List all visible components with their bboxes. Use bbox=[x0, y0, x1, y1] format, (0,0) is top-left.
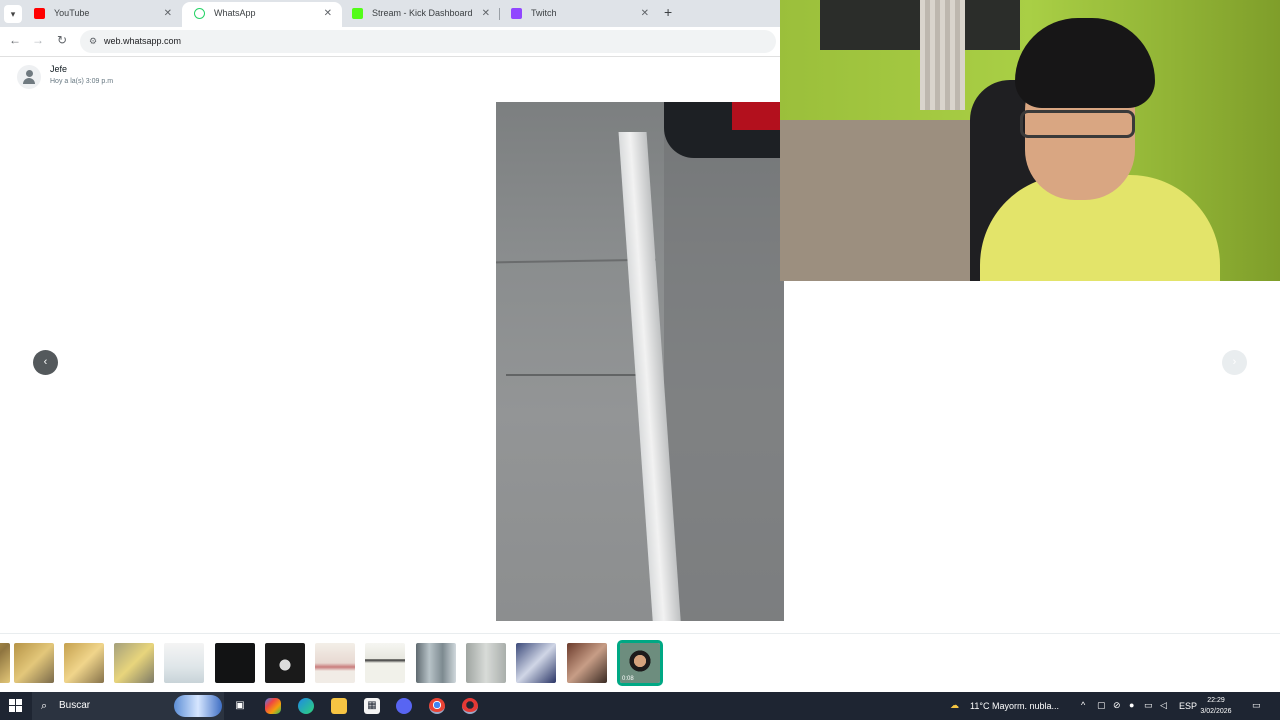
new-tab-button[interactable]: + bbox=[664, 4, 672, 20]
webcam-overlay bbox=[780, 0, 1280, 281]
media-thumbnail[interactable] bbox=[365, 643, 405, 683]
tab-search-dropdown[interactable]: ▾ bbox=[4, 5, 22, 23]
system-clock[interactable]: 22:29 3/02/2026 bbox=[1198, 695, 1234, 717]
close-icon[interactable]: ✕ bbox=[324, 2, 332, 25]
media-thumbnail-selected[interactable]: 0:08 bbox=[617, 640, 663, 686]
media-thumbnail-strip: 0:08 bbox=[0, 633, 1280, 692]
back-button[interactable]: ← bbox=[7, 33, 23, 47]
media-thumbnail[interactable] bbox=[215, 643, 255, 683]
discord-icon[interactable] bbox=[396, 698, 412, 714]
media-thumbnail[interactable] bbox=[0, 643, 10, 683]
media-thumbnail[interactable] bbox=[164, 643, 204, 683]
forward-button[interactable]: → bbox=[30, 33, 46, 47]
network-icon[interactable]: ▭ bbox=[1144, 700, 1153, 711]
address-bar[interactable]: ⚙ web.whatsapp.com bbox=[80, 30, 776, 53]
address-text: web.whatsapp.com bbox=[104, 36, 182, 46]
youtube-icon bbox=[34, 8, 45, 19]
obs-studio-icon[interactable] bbox=[462, 698, 478, 714]
site-info-icon[interactable]: ⚙ bbox=[89, 30, 97, 53]
photo-car-taillight bbox=[732, 102, 784, 130]
edge-browser-icon[interactable] bbox=[298, 698, 314, 714]
webcam-person-glasses bbox=[1020, 110, 1135, 138]
browser-tab-strip: ▾ YouTube ✕ WhatsApp ✕ Stream - Kick Das… bbox=[0, 0, 780, 27]
show-hidden-icons-chevron[interactable]: ^ bbox=[1081, 700, 1085, 710]
windows-start-icon[interactable] bbox=[9, 699, 23, 713]
microphone-icon[interactable]: ● bbox=[1129, 700, 1134, 710]
tab-whatsapp[interactable]: WhatsApp ✕ bbox=[182, 2, 342, 27]
media-thumbnail[interactable] bbox=[466, 643, 506, 683]
tab-twitch[interactable]: Twitch ✕ bbox=[499, 2, 659, 27]
contact-avatar[interactable] bbox=[17, 65, 41, 89]
chrome-icon[interactable] bbox=[429, 698, 445, 714]
tray-app-icon[interactable]: ▢ bbox=[1097, 700, 1106, 711]
tab-label: Twitch bbox=[531, 8, 557, 18]
media-viewer-header: Jefe Hoy a la(s) 3:09 p.m bbox=[0, 58, 780, 98]
screen: ▾ YouTube ✕ WhatsApp ✕ Stream - Kick Das… bbox=[0, 0, 1280, 720]
media-thumbnail[interactable] bbox=[416, 643, 456, 683]
reload-button[interactable]: ↻ bbox=[54, 33, 70, 47]
close-icon[interactable]: ✕ bbox=[641, 2, 649, 25]
tab-kick-dashboard[interactable]: Stream - Kick Dashboard ✕ bbox=[340, 2, 500, 27]
video-duration-badge: 0:08 bbox=[622, 676, 634, 682]
weather-icon[interactable]: ☁ bbox=[950, 700, 959, 711]
photo-street bbox=[664, 102, 784, 621]
windows-taskbar: ⌕ Buscar ▣ ▦ ☁ 11°C Mayorm. nubla... ^ ▢… bbox=[0, 692, 1280, 720]
close-icon[interactable]: ✕ bbox=[482, 2, 490, 25]
media-thumbnail[interactable] bbox=[14, 643, 54, 683]
media-thumbnail[interactable] bbox=[114, 643, 154, 683]
tab-label: WhatsApp bbox=[214, 8, 256, 18]
taskbar-search-box[interactable]: ⌕ Buscar bbox=[32, 692, 224, 720]
tab-label: YouTube bbox=[54, 8, 90, 18]
volume-icon[interactable]: ◁ bbox=[1160, 700, 1167, 711]
media-image bbox=[496, 102, 784, 621]
close-icon[interactable]: ✕ bbox=[164, 2, 172, 25]
whatsapp-icon bbox=[194, 8, 205, 19]
copilot-icon[interactable] bbox=[265, 698, 281, 714]
kick-icon bbox=[352, 8, 363, 19]
message-timestamp: Hoy a la(s) 3:09 p.m bbox=[50, 78, 114, 85]
weather-text[interactable]: 11°C Mayorm. nubla... bbox=[970, 692, 1059, 720]
photo-detail bbox=[506, 374, 656, 376]
browser-toolbar: ← → ↻ ⚙ web.whatsapp.com bbox=[0, 27, 780, 57]
search-highlight-image bbox=[174, 695, 222, 717]
notifications-icon[interactable]: ▭ bbox=[1252, 700, 1261, 711]
clock-date: 3/02/2026 bbox=[1200, 708, 1232, 715]
contact-name: Jefe bbox=[50, 64, 68, 74]
microsoft-store-icon[interactable]: ▦ bbox=[364, 698, 380, 714]
webcam-curtain bbox=[920, 0, 965, 110]
previous-media-button[interactable]: ‹ bbox=[33, 350, 58, 375]
media-thumbnail[interactable] bbox=[315, 643, 355, 683]
search-placeholder: Buscar bbox=[59, 700, 91, 711]
twitch-icon bbox=[511, 8, 522, 19]
search-icon: ⌕ bbox=[41, 700, 48, 712]
tab-youtube[interactable]: YouTube ✕ bbox=[22, 2, 182, 27]
clock-time: 22:29 bbox=[1207, 697, 1225, 704]
tab-label: Stream - Kick Dashboard bbox=[372, 8, 473, 18]
language-indicator[interactable]: ESP bbox=[1179, 692, 1197, 720]
media-thumbnail[interactable] bbox=[567, 643, 607, 683]
tray-app-icon[interactable]: ⊘ bbox=[1113, 700, 1121, 711]
webcam-person-hair bbox=[1015, 18, 1155, 108]
media-thumbnail[interactable] bbox=[265, 643, 305, 683]
task-view-icon[interactable]: ▣ bbox=[232, 698, 248, 714]
next-media-button[interactable]: › bbox=[1222, 350, 1247, 375]
file-explorer-icon[interactable] bbox=[331, 698, 347, 714]
media-thumbnail[interactable] bbox=[516, 643, 556, 683]
media-thumbnail[interactable] bbox=[64, 643, 104, 683]
